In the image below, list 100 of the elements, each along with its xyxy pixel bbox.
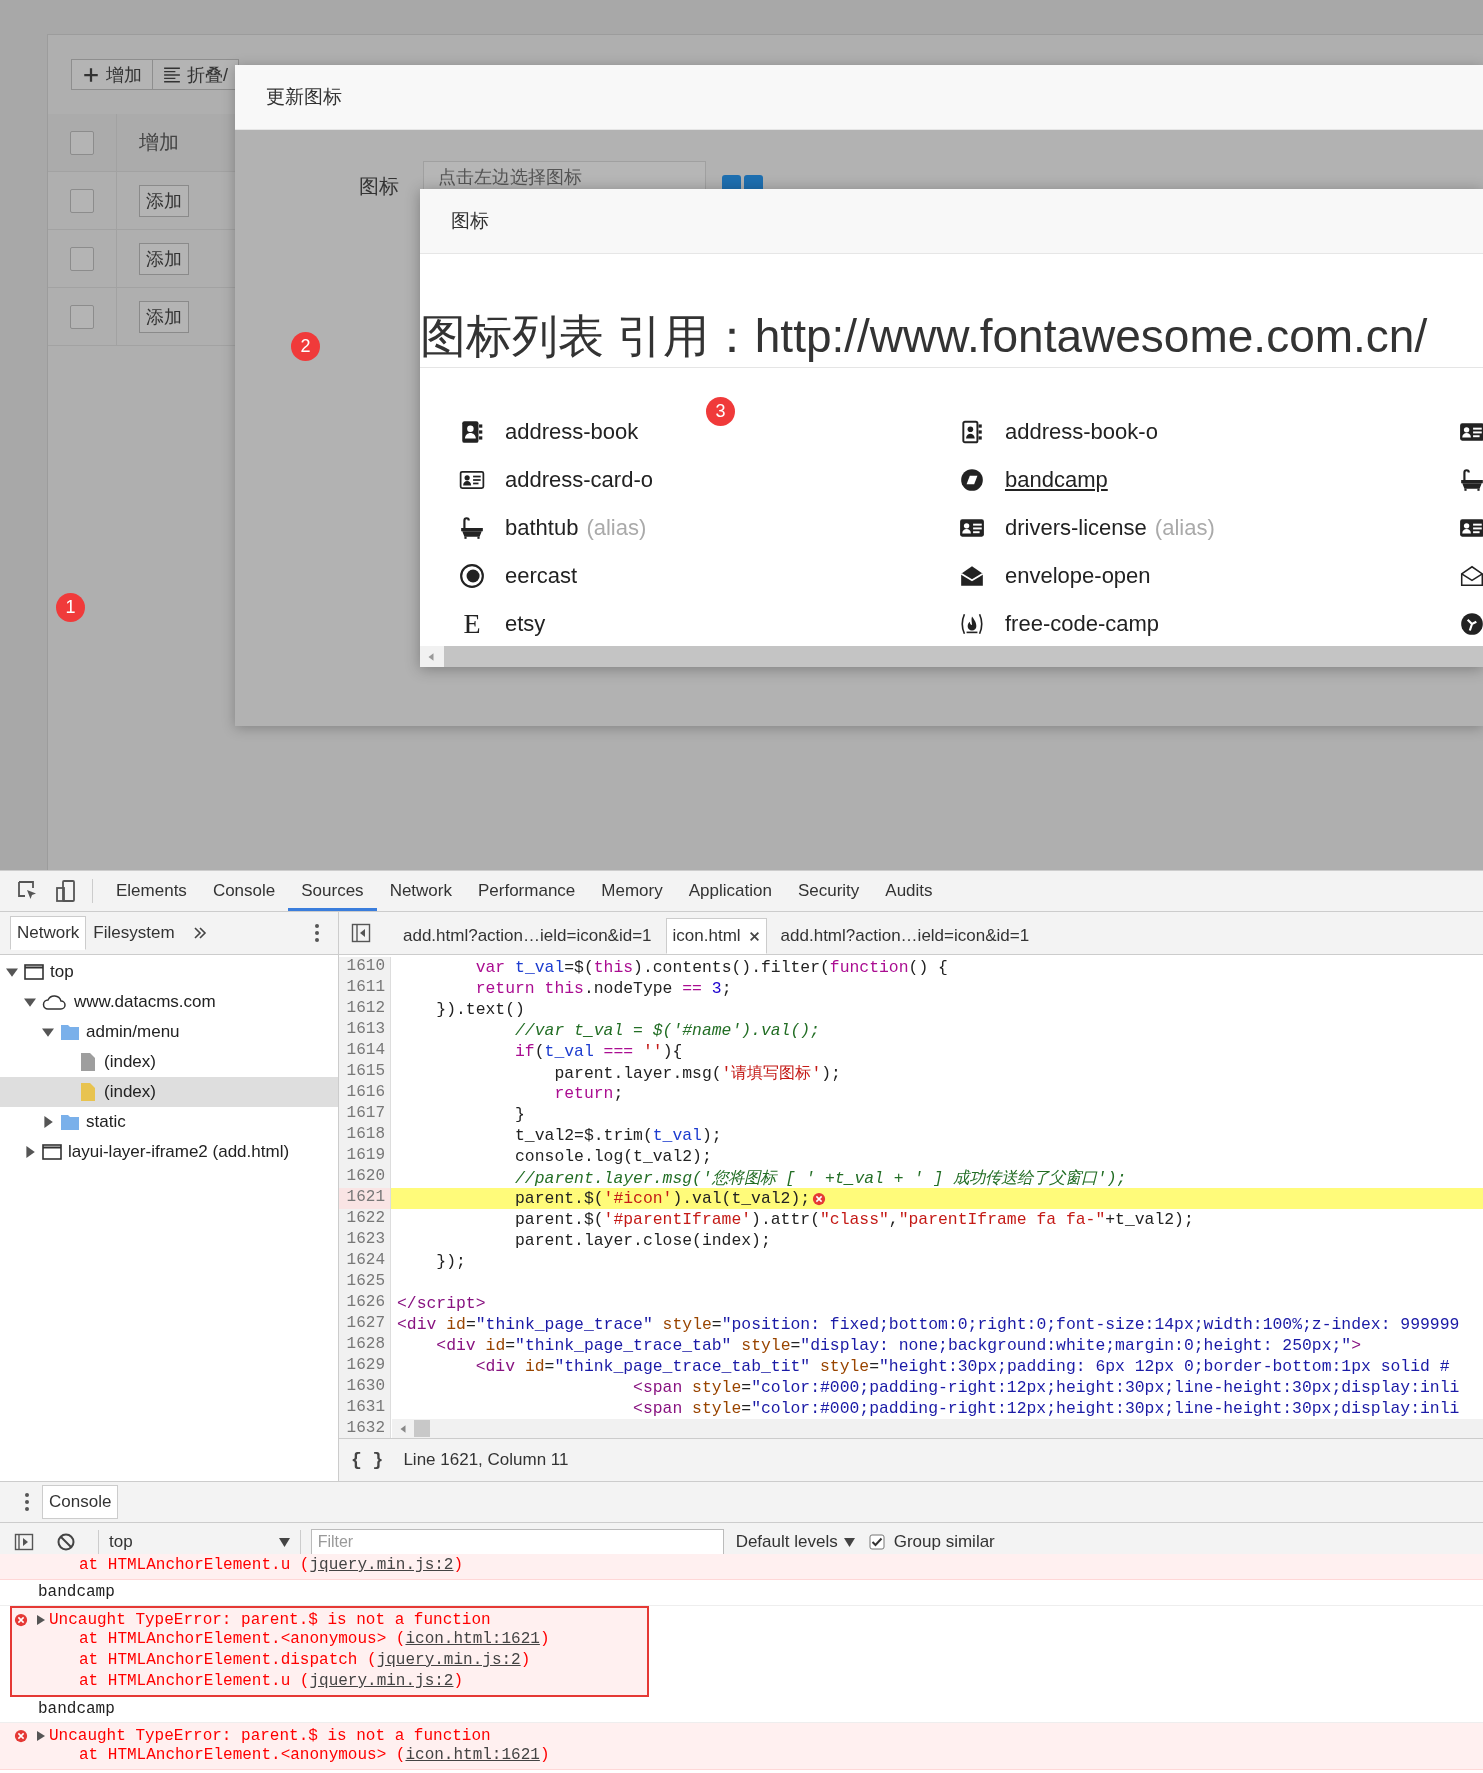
panel-tab[interactable]: Elements: [103, 871, 200, 911]
expand-arrow-icon[interactable]: [36, 1730, 46, 1741]
plus-icon: [82, 65, 100, 84]
contact-book-icon: [459, 418, 485, 445]
navigator-tab[interactable]: Network: [10, 916, 87, 950]
checkbox[interactable]: [70, 130, 94, 155]
icon-name-link[interactable]: address-book: [505, 418, 639, 445]
add-button[interactable]: 添加: [139, 242, 189, 275]
code-line: });: [435, 1252, 466, 1271]
line-number: 1615: [339, 1062, 391, 1083]
icon-name-link[interactable]: free-code-camp: [1005, 610, 1160, 637]
error-icon: [14, 1728, 28, 1743]
drawer-tab[interactable]: Console: [42, 1485, 119, 1519]
code-line: parent.$('#icon').val(t_val2);: [514, 1189, 811, 1208]
code-line: var t_val=$(this).contents().filter(function() {: [474, 958, 948, 977]
stack-line: at HTMLAnchorElement.<anonymous> (icon.html:1621): [79, 1630, 550, 1648]
icon-name-link[interactable]: bandcamp: [1005, 466, 1108, 493]
source-link[interactable]: jquery.min.js:2: [309, 1556, 454, 1574]
checkbox[interactable]: [70, 188, 94, 213]
expand-arrow-icon[interactable]: [42, 1116, 54, 1128]
file-tab[interactable]: icon.html: [665, 918, 767, 954]
expand-arrow-icon[interactable]: [36, 1614, 46, 1625]
expand-arrow-icon[interactable]: [24, 996, 36, 1008]
checkbox[interactable]: [70, 246, 94, 271]
panel-tab[interactable]: Audits: [872, 871, 946, 911]
close-icon[interactable]: [748, 930, 760, 942]
clear-console-icon[interactable]: [56, 1532, 76, 1552]
file-tab[interactable]: add.html?action…ield=icon&id=1: [389, 918, 666, 954]
add-button[interactable]: 添加: [139, 300, 189, 333]
more-tabs-icon[interactable]: [191, 925, 208, 941]
tree-item[interactable]: top: [50, 962, 74, 982]
panel-tab[interactable]: Application: [675, 871, 785, 911]
toolbar-button[interactable]: 折叠/: [152, 59, 239, 90]
icon-name-link[interactable]: envelope-open: [1005, 562, 1151, 589]
tree-item[interactable]: layui-layer-iframe2 (add.html): [68, 1142, 290, 1162]
icon-name-link[interactable]: address-book-o: [1005, 418, 1158, 445]
checkbox[interactable]: [70, 304, 94, 329]
source-link[interactable]: jquery.min.js:2: [376, 1651, 521, 1669]
file-tab[interactable]: add.html?action…ield=icon&id=1: [766, 918, 1044, 954]
icon-name-link[interactable]: address-card-o: [505, 466, 653, 493]
checkbox[interactable]: [868, 1534, 885, 1550]
cursor-position: Line 1621, Column 11: [403, 1450, 569, 1471]
panel-tab[interactable]: Performance: [465, 871, 589, 911]
expand-arrow-icon[interactable]: [42, 1026, 54, 1038]
icon-name-link[interactable]: bathtub: [505, 514, 579, 541]
menu-icon[interactable]: [24, 1492, 30, 1512]
field-label: 图标: [359, 174, 399, 199]
toolbar-button[interactable]: 增加: [71, 59, 153, 90]
icon-name-link[interactable]: etsy: [505, 610, 546, 637]
icon-name-link[interactable]: drivers-license: [1005, 514, 1147, 541]
filter-field[interactable]: Filter: [310, 1529, 724, 1555]
line-number: 1623: [339, 1230, 391, 1251]
folder-icon: [60, 1022, 80, 1042]
add-button[interactable]: 添加: [139, 184, 189, 217]
panel-tab[interactable]: Console: [199, 871, 289, 911]
pretty-print-button[interactable]: { }: [351, 1450, 384, 1471]
navigator-tab[interactable]: Filesystem: [86, 916, 182, 950]
scroll-thumb[interactable]: [414, 1420, 430, 1438]
line-number: 1631: [339, 1398, 391, 1419]
letter-icon: E: [459, 607, 485, 640]
source-link[interactable]: icon.html:1621: [405, 1630, 540, 1648]
device-icon[interactable]: [54, 879, 78, 903]
code-line: return this.nodeType == 3;: [474, 979, 732, 998]
code-line: <div id="think_page_trace_tab" style="display: none;background:white;margin:0;height: 250px;">: [435, 1336, 1361, 1355]
code-line: parent.layer.close(index);: [514, 1231, 771, 1250]
tree-item[interactable]: (index): [104, 1052, 156, 1072]
source-link[interactable]: icon.html:1621: [405, 1746, 540, 1764]
sidebar-toggle-icon[interactable]: [14, 1532, 34, 1552]
expand-arrow-icon[interactable]: [6, 966, 18, 978]
line-number: 1622: [339, 1209, 391, 1230]
context-select[interactable]: top: [109, 1532, 290, 1552]
panel-tab[interactable]: Sources: [288, 871, 377, 911]
dropdown-arrow-icon: [278, 1537, 290, 1547]
list-icon: [163, 65, 181, 84]
expand-arrow-icon[interactable]: [24, 1146, 36, 1158]
line-number: 1616: [339, 1083, 391, 1104]
tree-item[interactable]: static: [86, 1112, 126, 1132]
parallelogram-circle-icon: [959, 466, 985, 493]
levels-dropdown[interactable]: Default levels: [735, 1532, 855, 1552]
selected-row[interactable]: (index): [0, 1077, 338, 1107]
horizontal-scrollbar[interactable]: [420, 646, 1483, 667]
panel-tab[interactable]: Security: [784, 871, 873, 911]
line-number: 1620: [339, 1167, 391, 1188]
tree-item[interactable]: admin/menu: [86, 1022, 180, 1042]
icon-name-link[interactable]: eercast: [505, 562, 578, 589]
log-message: bandcamp: [38, 1700, 115, 1718]
sidebar-toggle-icon[interactable]: [351, 923, 371, 943]
tree-item[interactable]: www.datacms.com: [74, 992, 216, 1012]
file-icon: [78, 1052, 98, 1072]
panel-tab[interactable]: Memory: [588, 871, 676, 911]
code-line: //parent.layer.msg('您将图标 [ ' +t_val + ' ] 成功传送给了父窗口');: [514, 1167, 1127, 1189]
panel-tab[interactable]: Network: [376, 871, 465, 911]
horizontal-scrollbar[interactable]: [392, 1419, 1483, 1439]
tree-item[interactable]: (index): [104, 1082, 156, 1102]
source-link[interactable]: jquery.min.js:2: [309, 1672, 454, 1690]
scroll-arrow-icon[interactable]: [398, 1423, 408, 1434]
line-number: 1612: [339, 999, 391, 1020]
code-line: console.log(t_val2);: [514, 1147, 712, 1166]
menu-icon[interactable]: [314, 923, 320, 943]
error-icon: [812, 1191, 827, 1206]
